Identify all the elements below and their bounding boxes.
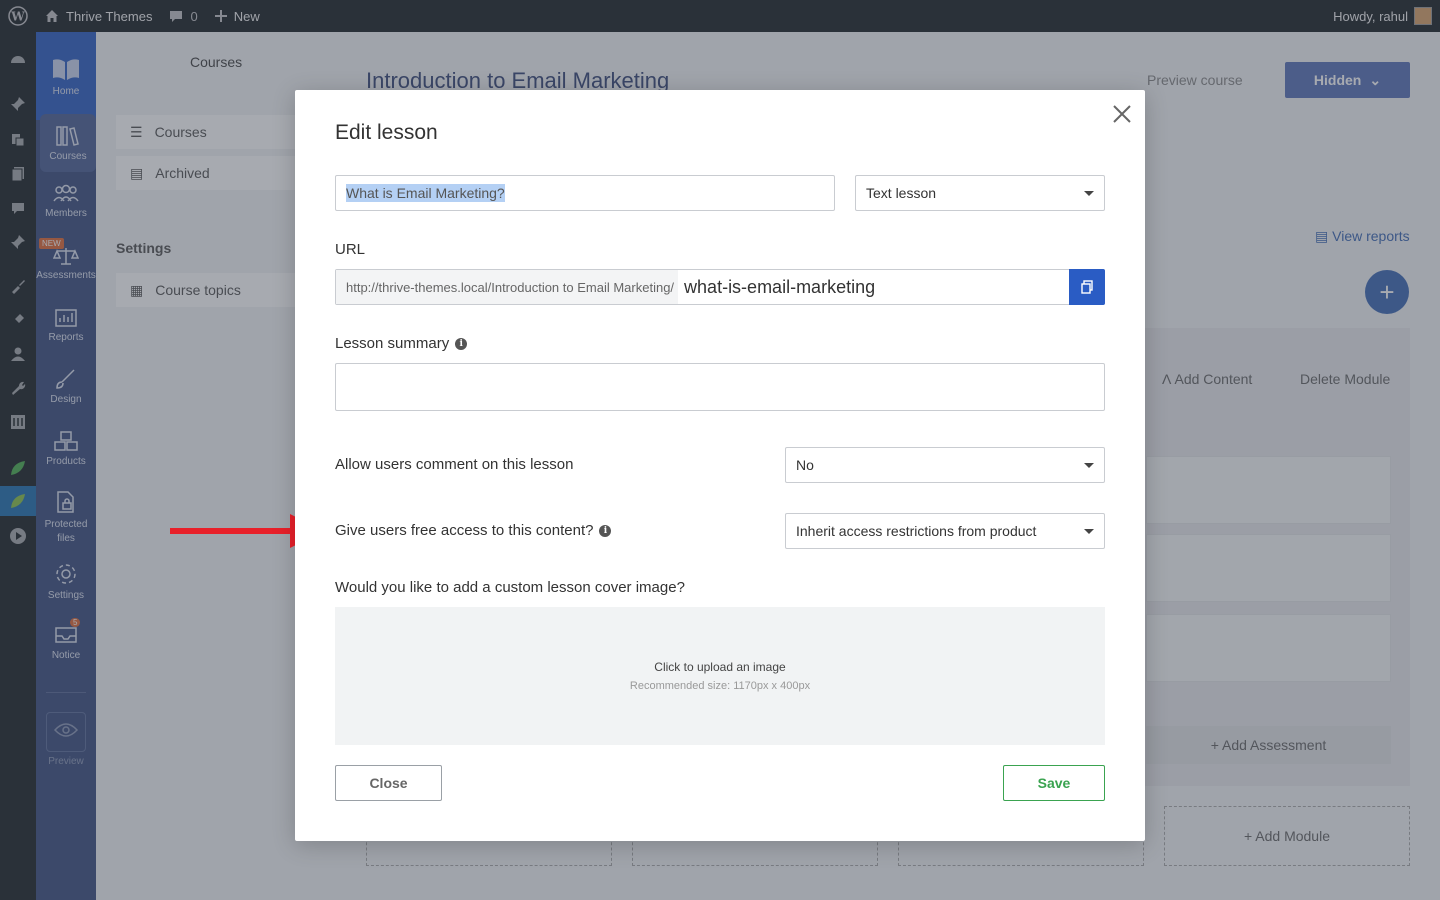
caret-down-icon xyxy=(1084,190,1094,196)
lesson-summary-textarea[interactable] xyxy=(335,363,1105,411)
upload-text: Click to upload an image xyxy=(654,660,786,674)
free-access-select[interactable]: Inherit access restrictions from product xyxy=(785,513,1105,549)
lesson-summary-label: Lesson summary i xyxy=(335,335,468,352)
lesson-title-input[interactable]: What is Email Marketing? xyxy=(335,175,835,211)
copy-icon xyxy=(1081,280,1093,294)
free-access-text: Give users free access to this content? xyxy=(335,522,594,539)
lesson-type-select[interactable]: Text lesson xyxy=(855,175,1105,211)
edit-lesson-modal: Edit lesson What is Email Marketing? Tex… xyxy=(295,90,1145,841)
lesson-summary-text: Lesson summary xyxy=(335,335,450,352)
comments-label: Allow users comment on this lesson xyxy=(335,456,574,473)
caret-down-icon xyxy=(1084,462,1094,468)
url-slug-input[interactable]: what-is-email-marketing xyxy=(678,270,1069,304)
caret-down-icon xyxy=(1084,528,1094,534)
comments-select[interactable]: No xyxy=(785,447,1105,483)
info-icon[interactable]: i xyxy=(455,337,468,350)
url-prefix: http://thrive-themes.local/Introduction … xyxy=(336,270,679,304)
upload-hint: Recommended size: 1170px x 400px xyxy=(629,680,811,692)
save-button[interactable]: Save xyxy=(1003,765,1105,801)
free-access-value: Inherit access restrictions from product xyxy=(796,523,1037,539)
url-label: URL xyxy=(335,241,366,258)
modal-title: Edit lesson xyxy=(335,121,438,144)
close-icon[interactable] xyxy=(1111,103,1133,125)
close-button[interactable]: Close xyxy=(335,765,442,801)
lesson-title-value: What is Email Marketing? xyxy=(346,184,505,202)
lesson-type-value: Text lesson xyxy=(866,185,937,201)
cover-image-upload[interactable]: Click to upload an image Recommended siz… xyxy=(335,607,1105,745)
cover-image-label: Would you like to add a custom lesson co… xyxy=(335,579,685,596)
copy-url-button[interactable] xyxy=(1069,269,1105,305)
url-field: http://thrive-themes.local/Introduction … xyxy=(335,269,1105,305)
free-access-label: Give users free access to this content? … xyxy=(335,522,612,539)
info-icon[interactable]: i xyxy=(599,524,612,537)
comments-value: No xyxy=(796,457,814,473)
